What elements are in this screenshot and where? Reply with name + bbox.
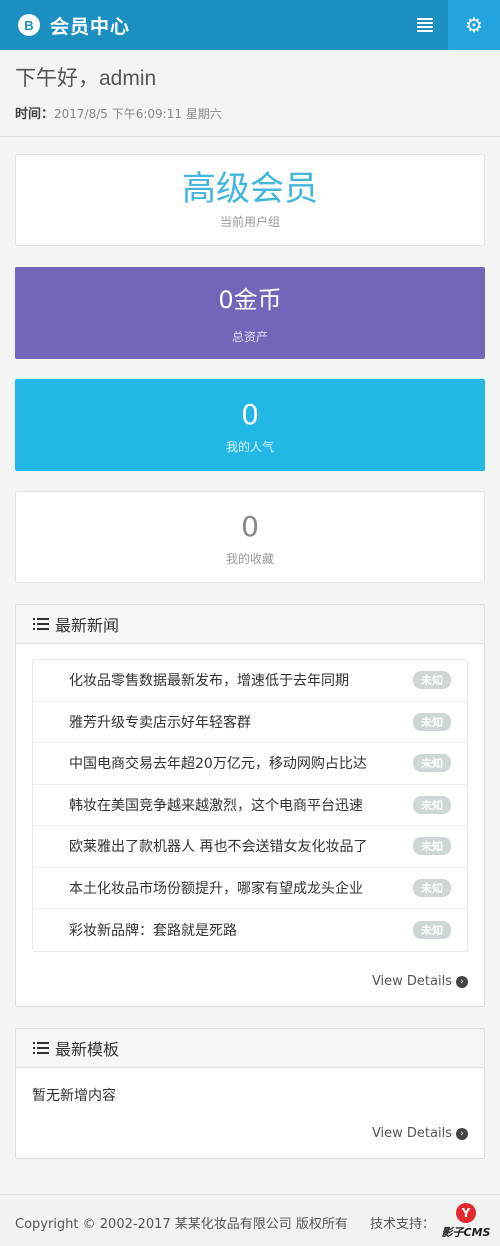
panel-header: 最新新闻 <box>16 605 484 644</box>
news-title: 中国电商交易去年超20万亿元，移动网购占比达 <box>69 756 367 773</box>
news-title: 化妆品零售数据最新发布，增速低于去年同期 <box>69 673 349 690</box>
list-item[interactable]: 韩妆在美国竞争越来越激烈，这个电商平台迅速 未知 <box>33 785 467 826</box>
list-icon <box>417 18 433 32</box>
news-title: 本土化妆品市场份额提升，哪家有望成龙头企业 <box>69 880 363 897</box>
favorites-card[interactable]: 0 我的收藏 <box>15 491 485 583</box>
user-group-label: 当前用户组 <box>219 215 280 229</box>
logo-mark: Y <box>456 1203 476 1223</box>
news-title: 欧莱雅出了款机器人 再也不会送错女友化妆品了 <box>69 839 368 856</box>
status-badge: 未知 <box>413 712 451 731</box>
assets-label: 总资产 <box>231 330 268 344</box>
footer: Copyright © 2002-2017 某某化妆品有限公司 版权所有 技术支… <box>0 1194 500 1246</box>
news-title: 彩妆新品牌：套路就是死路 <box>69 922 237 939</box>
view-details-label: View Details <box>371 974 452 989</box>
top-navbar: B 会员中心 ⚙ <box>0 0 500 50</box>
divider <box>0 136 500 137</box>
status-badge: 未知 <box>413 754 451 773</box>
popularity-value: 0 <box>241 398 259 431</box>
list-item[interactable]: 化妆品零售数据最新发布，增速低于去年同期 未知 <box>33 660 467 702</box>
arrow-right-icon: › <box>456 1127 468 1140</box>
settings-button[interactable]: ⚙ <box>448 0 500 50</box>
news-list: 化妆品零售数据最新发布，增速低于去年同期 未知 雅芳升级专卖店示好年轻客群 未知… <box>32 659 468 952</box>
bitcoin-icon: B <box>18 14 40 36</box>
list-item[interactable]: 雅芳升级专卖店示好年轻客群 未知 <box>33 702 467 743</box>
list-item[interactable]: 彩妆新品牌：套路就是死路 未知 <box>33 909 467 951</box>
assets-card[interactable]: 0金币 总资产 <box>15 267 485 359</box>
list-icon <box>33 618 49 630</box>
popularity-label: 我的人气 <box>225 440 274 454</box>
list-item[interactable]: 欧莱雅出了款机器人 再也不会送错女友化妆品了 未知 <box>33 826 467 868</box>
status-badge: 未知 <box>413 671 451 690</box>
empty-message: 暂无新增内容 <box>32 1088 116 1104</box>
panel-title: 最新模板 <box>55 1040 120 1059</box>
list-item[interactable]: 本土化妆品市场份额提升，哪家有望成龙头企业 未知 <box>33 868 467 909</box>
favorites-value: 0 <box>241 510 259 543</box>
time-row: 时间：2017/8/5 下午6:09:11 星期六 <box>15 103 222 122</box>
assets-value: 0金币 <box>218 286 282 314</box>
status-badge: 未知 <box>413 920 451 939</box>
panel-header: 最新模板 <box>16 1029 484 1068</box>
gear-icon: ⚙ <box>465 13 483 37</box>
news-title: 韩妆在美国竞争越来越激烈，这个电商平台迅速 <box>69 797 363 814</box>
cms-logo[interactable]: Y 影子CMS <box>440 1203 492 1241</box>
status-badge: 未知 <box>413 878 451 897</box>
view-details-label: View Details <box>371 1126 452 1141</box>
latest-templates-panel: 最新模板 暂无新增内容 View Details › <box>15 1028 485 1159</box>
favorites-label: 我的收藏 <box>225 552 274 566</box>
brand[interactable]: B 会员中心 <box>18 0 130 50</box>
latest-news-panel: 最新新闻 化妆品零售数据最新发布，增速低于去年同期 未知 雅芳升级专卖店示好年轻… <box>15 604 485 1007</box>
arrow-right-icon: › <box>456 975 468 988</box>
logo-text: 影子CMS <box>441 1226 491 1239</box>
support-label: 技术支持： <box>370 1217 436 1232</box>
greeting-text: 下午好，admin <box>15 67 157 90</box>
app-title: 会员中心 <box>50 15 131 38</box>
status-badge: 未知 <box>413 795 451 814</box>
popularity-card[interactable]: 0 我的人气 <box>15 379 485 471</box>
time-label: 时间： <box>15 107 55 122</box>
view-details-link[interactable]: View Details › <box>372 974 468 989</box>
view-details-link[interactable]: View Details › <box>372 1126 468 1141</box>
panel-title: 最新新闻 <box>55 616 120 635</box>
time-value: 2017/8/5 下午6:09:11 星期六 <box>54 107 222 121</box>
list-item[interactable]: 中国电商交易去年超20万亿元，移动网购占比达 未知 <box>33 743 467 785</box>
menu-button[interactable] <box>402 0 448 50</box>
copyright-text: Copyright © 2002-2017 某某化妆品有限公司 版权所有 <box>15 1217 348 1232</box>
user-group-card[interactable]: 高级会员 当前用户组 <box>15 154 485 246</box>
news-title: 雅芳升级专卖店示好年轻客群 <box>69 714 251 731</box>
status-badge: 未知 <box>413 837 451 856</box>
list-icon <box>33 1042 49 1054</box>
user-group-value: 高级会员 <box>182 169 318 209</box>
